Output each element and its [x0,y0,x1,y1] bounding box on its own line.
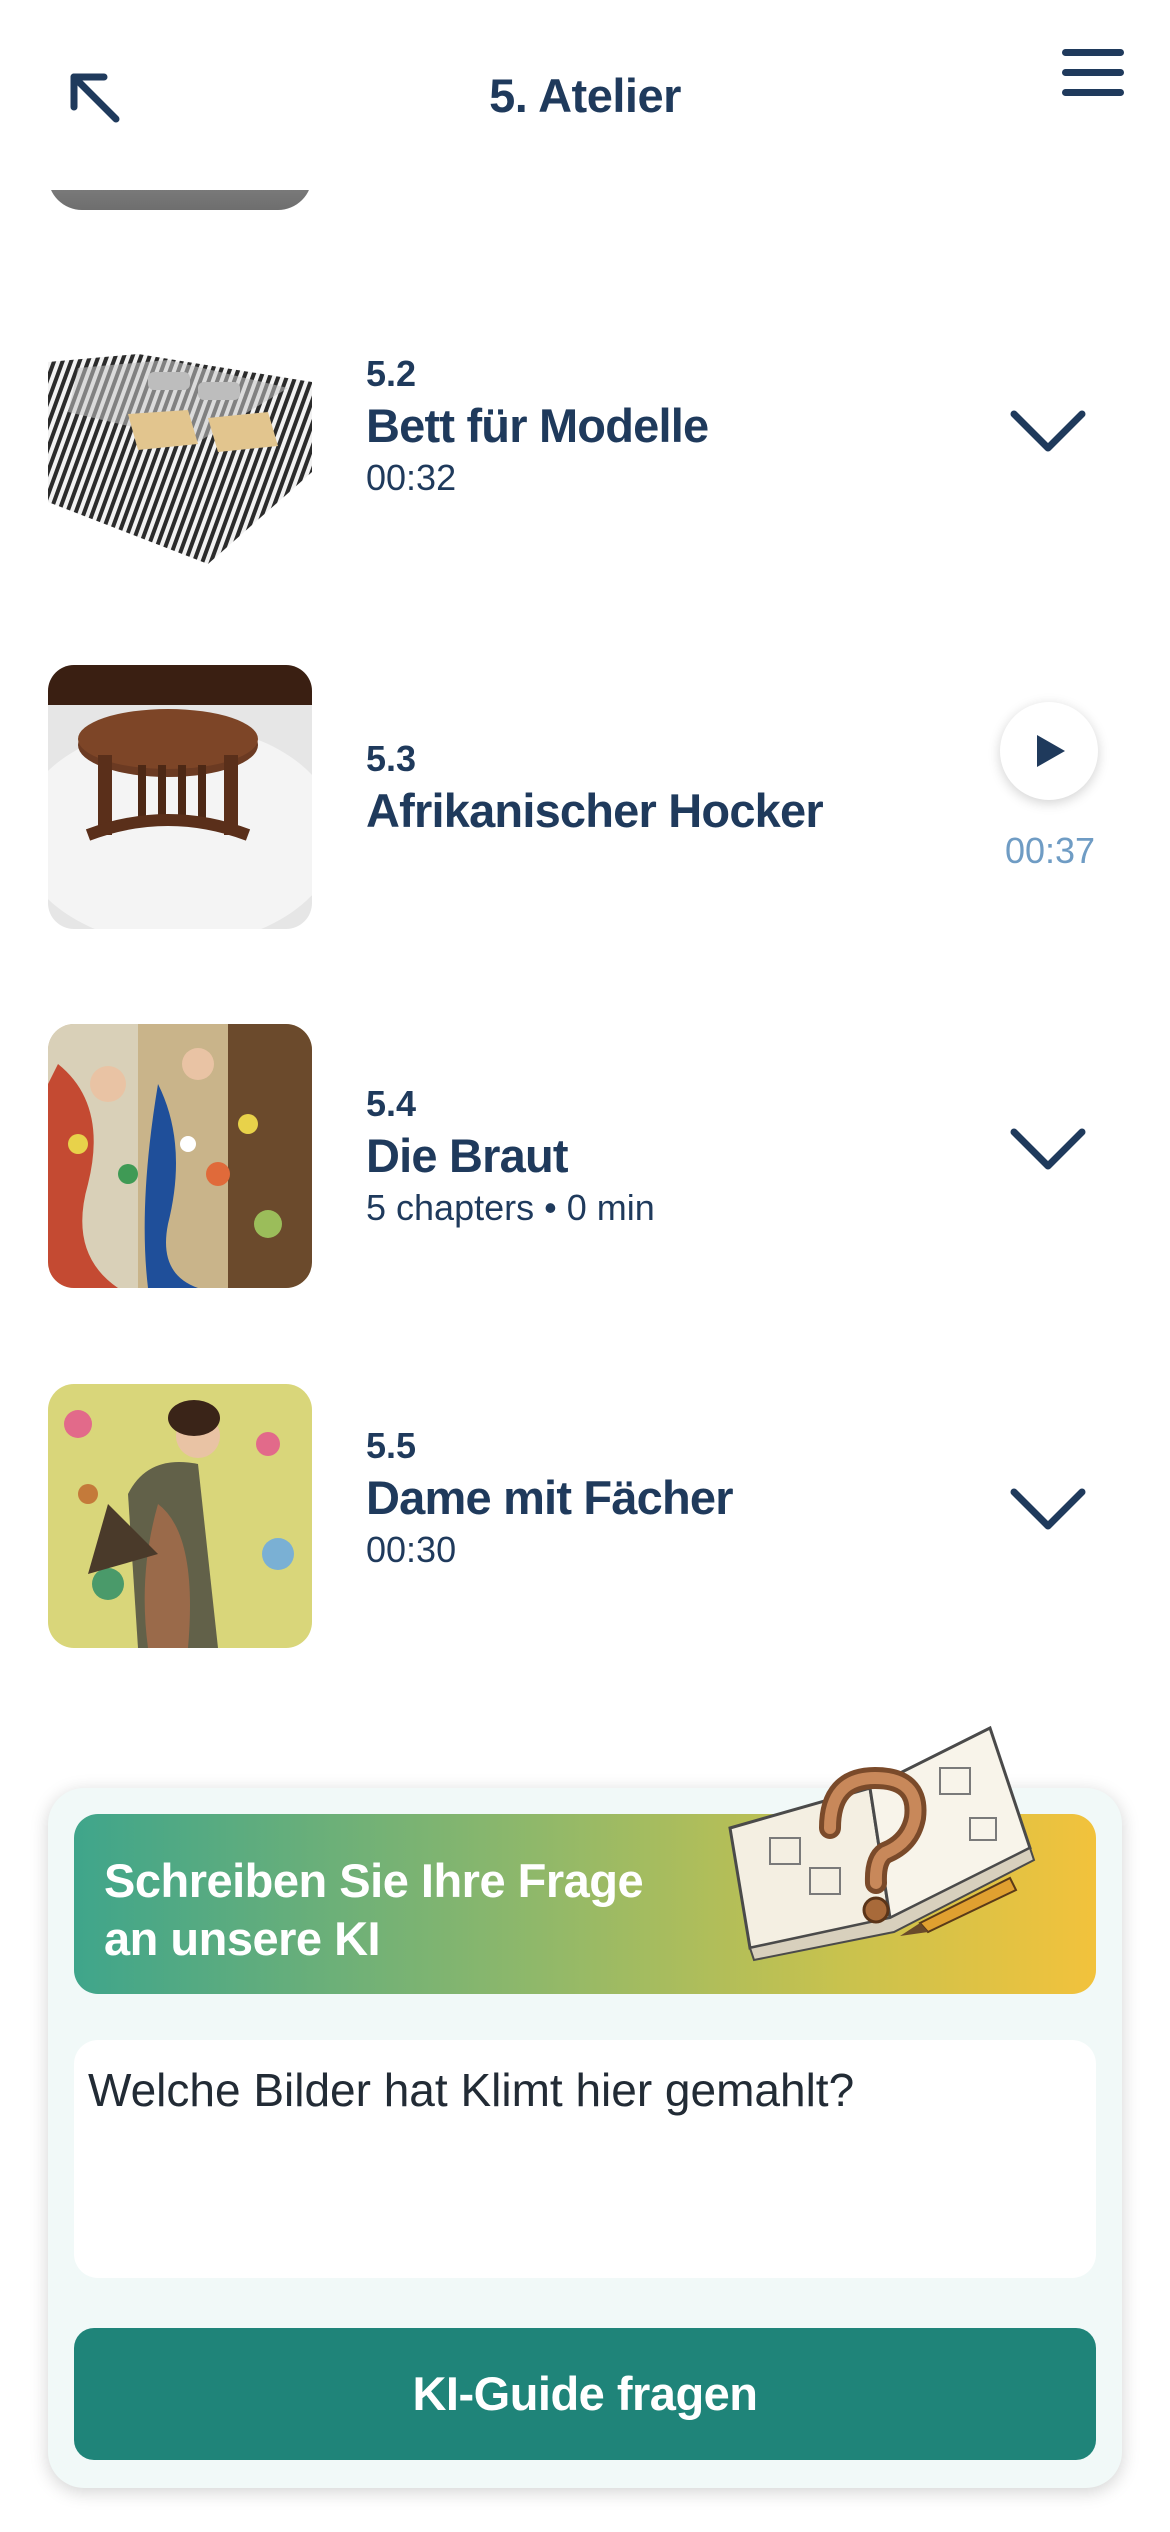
item-text: 5.3 Afrikanischer Hocker [366,737,966,841]
item-title: Afrikanischer Hocker [366,784,824,837]
bed-image [48,302,312,566]
ask-ai-guide-button[interactable]: KI-Guide fragen [74,2328,1096,2460]
play-button[interactable] [1000,702,1098,800]
play-icon [1037,735,1065,767]
item-text: 5.2 Bett für Modelle 00:32 [366,352,966,500]
item-number: 5.4 [366,1083,417,1124]
list-item[interactable]: 5.3 Afrikanischer Hocker [0,665,1170,929]
item-number: 5.5 [366,1425,417,1466]
ai-question-input[interactable]: Welche Bilder hat Klimt hier gemahlt? [74,2040,1096,2278]
stool-image [48,665,312,929]
item-number: 5.2 [366,353,417,394]
page-title: 5. Atelier [489,69,681,122]
page: 5. Atelier 5.2 Bett für Modelle 00:32 5.… [0,0,1170,2532]
item-title: Bett für Modelle [366,399,709,452]
chevron-down-icon[interactable] [1008,406,1088,458]
item-thumbnail[interactable] [48,302,312,566]
ai-banner-text: Schreiben Sie Ihre Frage an unsere KI [104,1854,644,1965]
list-item[interactable]: 5.2 Bett für Modelle 00:32 [0,302,1170,566]
item-duration: 00:32 [366,457,457,498]
item-title: Die Braut [366,1129,569,1182]
item-duration: 00:30 [366,1529,457,1570]
menu-button[interactable] [1058,45,1130,105]
painting-die-braut-image [48,1024,312,1288]
item-chapters: 5 chapters • 0 min [366,1187,655,1228]
item-text: 5.5 Dame mit Fächer 00:30 [366,1424,966,1572]
book-question-mark-icon [728,1725,1036,1962]
list-item[interactable]: 5.4 Die Braut 5 chapters • 0 min [0,1024,1170,1288]
item-text: 5.4 Die Braut 5 chapters • 0 min [366,1082,966,1230]
item-duration: 00:37 [1004,830,1096,871]
painting-dame-mit-faecher-image [48,1384,312,1648]
item-number: 5.3 [366,738,417,779]
item-title: Dame mit Fächer [366,1471,734,1524]
item-thumbnail[interactable] [48,1024,312,1288]
item-thumbnail[interactable] [48,1384,312,1648]
item-thumbnail[interactable] [48,665,312,929]
chevron-down-icon[interactable] [1008,1484,1088,1536]
chevron-down-icon[interactable] [1008,1124,1088,1176]
hamburger-menu-icon[interactable] [1058,45,1130,105]
header: 5. Atelier [0,0,1170,190]
list-item[interactable]: 5.5 Dame mit Fächer 00:30 [0,1384,1170,1648]
